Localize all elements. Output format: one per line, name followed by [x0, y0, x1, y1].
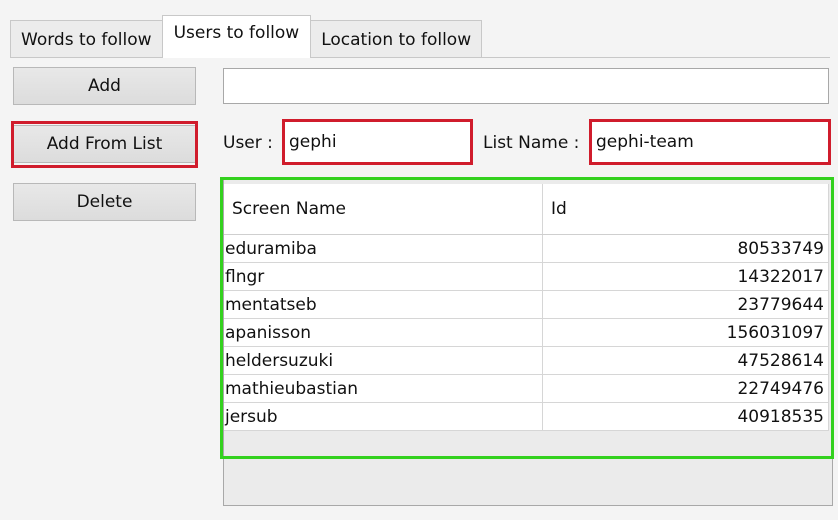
user-label: User : [223, 133, 273, 153]
add-button[interactable]: Add [13, 67, 196, 105]
id-cell: 23779644 [542, 290, 829, 319]
table-row[interactable]: mathieubastian 22749476 [224, 374, 829, 403]
column-header-screen-name[interactable]: Screen Name [224, 184, 543, 235]
user-table: Screen Name Id eduramiba 80533749 flngr … [224, 184, 829, 431]
add-user-input[interactable] [223, 68, 829, 104]
table-row[interactable]: apanisson 156031097 [224, 318, 829, 347]
list-name-field-value: gephi-team [596, 132, 694, 152]
delete-button[interactable]: Delete [13, 183, 196, 221]
screen-name-cell: jersub [224, 402, 543, 431]
tab-divider [10, 57, 830, 58]
table-row[interactable]: flngr 14322017 [224, 262, 829, 291]
list-name-field[interactable]: gephi-team [590, 121, 830, 163]
screen-name-cell: eduramiba [224, 234, 543, 263]
id-cell: 80533749 [542, 234, 829, 263]
id-cell: 22749476 [542, 374, 829, 403]
screen-name-cell: mathieubastian [224, 374, 543, 403]
user-field[interactable]: gephi [283, 121, 472, 163]
id-cell: 47528614 [542, 346, 829, 375]
tab-bar: Words to follow Users to follow Location… [10, 15, 483, 58]
tab-location-to-follow[interactable]: Location to follow [310, 20, 483, 58]
table-row[interactable]: heldersuzuki 47528614 [224, 346, 829, 375]
user-field-value: gephi [289, 132, 337, 152]
add-from-list-button[interactable]: Add From List [13, 125, 196, 163]
tab-words-to-follow[interactable]: Words to follow [10, 20, 163, 58]
table-row[interactable]: jersub 40918535 [224, 402, 829, 431]
screen-name-cell: mentatseb [224, 290, 543, 319]
table-row[interactable]: eduramiba 80533749 [224, 234, 829, 263]
id-cell: 156031097 [542, 318, 829, 347]
list-name-label: List Name : [483, 133, 580, 153]
screen-name-cell: apanisson [224, 318, 543, 347]
screen-name-cell: flngr [224, 262, 543, 291]
screen-name-cell: heldersuzuki [224, 346, 543, 375]
tab-users-to-follow[interactable]: Users to follow [161, 15, 312, 58]
id-cell: 14322017 [542, 262, 829, 291]
id-cell: 40918535 [542, 402, 829, 431]
column-header-id[interactable]: Id [542, 184, 829, 235]
table-row[interactable]: mentatseb 23779644 [224, 290, 829, 319]
